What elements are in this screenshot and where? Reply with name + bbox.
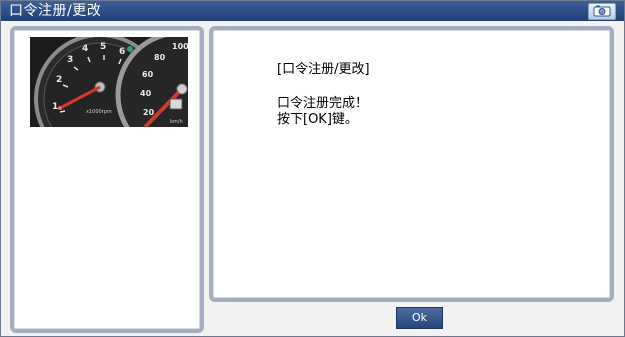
svg-text:20: 20 [143,108,155,117]
svg-text:100: 100 [172,42,188,51]
image-panel: 1 2 3 4 5 6 x1000rpm 100 80 60 40 20 km/… [10,26,204,333]
svg-text:60: 60 [142,70,154,79]
message-title: [口令注册/更改] [277,62,370,77]
svg-text:40: 40 [140,89,152,98]
svg-text:6: 6 [119,47,125,57]
svg-text:2: 2 [56,75,62,85]
message-panel: [口令注册/更改] 口令注册完成！ 按下[OK]键。 [209,26,614,302]
svg-text:x1000rpm: x1000rpm [86,109,112,115]
svg-text:1: 1 [52,102,58,112]
speedometer-image: 1 2 3 4 5 6 x1000rpm 100 80 60 40 20 km/… [30,37,188,127]
svg-text:80: 80 [154,53,166,62]
dialog-window: 口令注册/更改 1 2 3 4 5 6 x1000rpm 100 80 60 4… [0,0,625,337]
svg-text:km/h: km/h [170,119,183,125]
message-line-completed: 口令注册完成！ [277,96,369,111]
svg-text:4: 4 [82,44,88,54]
ok-button[interactable]: Ok [396,307,443,329]
window-title: 口令注册/更改 [9,3,102,19]
title-bar: 口令注册/更改 [1,1,624,21]
svg-text:3: 3 [67,55,73,65]
camera-icon[interactable] [588,3,616,20]
svg-text:5: 5 [100,42,106,52]
message-line-instruction: 按下[OK]键。 [277,112,358,127]
